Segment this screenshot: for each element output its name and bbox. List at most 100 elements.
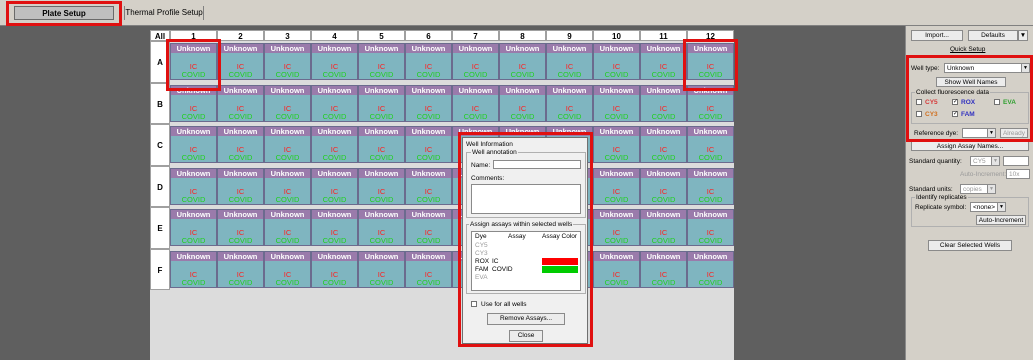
well-b12[interactable]: Unknown IC COVID [687, 84, 734, 122]
comments-textarea[interactable] [471, 184, 581, 214]
well-b3[interactable]: Unknown IC COVID [264, 84, 311, 122]
tab-thermal-profile-setup[interactable]: Thermal Profile Setup [124, 6, 204, 20]
column-header-11[interactable]: 11 [640, 30, 687, 41]
column-header-3[interactable]: 3 [264, 30, 311, 41]
well-c6[interactable]: Unknown IC COVID [405, 126, 452, 163]
well-c3[interactable]: Unknown IC COVID [264, 126, 311, 163]
assay-color-swatch[interactable] [542, 266, 578, 273]
well-f1[interactable]: Unknown IC COVID [170, 250, 217, 288]
well-f6[interactable]: Unknown IC COVID [405, 250, 452, 288]
well-f11[interactable]: Unknown IC COVID [640, 250, 687, 288]
column-header-1[interactable]: 1 [170, 30, 217, 41]
row-header-f[interactable]: F [150, 248, 170, 290]
name-input[interactable] [493, 160, 581, 169]
column-header-4[interactable]: 4 [311, 30, 358, 41]
well-a12[interactable]: Unknown IC COVID [687, 43, 734, 80]
well-c5[interactable]: Unknown IC COVID [358, 126, 405, 163]
column-header-9[interactable]: 9 [546, 30, 593, 41]
row-header-c[interactable]: C [150, 124, 170, 166]
well-f10[interactable]: Unknown IC COVID [593, 250, 640, 288]
well-b9[interactable]: Unknown IC COVID [546, 84, 593, 122]
well-a8[interactable]: Unknown IC COVID [499, 43, 546, 80]
column-header-8[interactable]: 8 [499, 30, 546, 41]
standard-quantity-input[interactable] [1003, 156, 1029, 166]
well-b5[interactable]: Unknown IC COVID [358, 84, 405, 122]
well-f4[interactable]: Unknown IC COVID [311, 250, 358, 288]
checkbox-cy5[interactable] [916, 99, 922, 105]
well-e1[interactable]: Unknown IC COVID [170, 209, 217, 246]
well-d3[interactable]: Unknown IC COVID [264, 167, 311, 205]
defaults-button[interactable]: Defaults [968, 30, 1018, 41]
well-d12[interactable]: Unknown IC COVID [687, 167, 734, 205]
well-b11[interactable]: Unknown IC COVID [640, 84, 687, 122]
well-c2[interactable]: Unknown IC COVID [217, 126, 264, 163]
well-c1[interactable]: Unknown IC COVID [170, 126, 217, 163]
row-header-a[interactable]: A [150, 41, 170, 83]
row-header-b[interactable]: B [150, 82, 170, 124]
column-header-6[interactable]: 6 [405, 30, 452, 41]
well-b10[interactable]: Unknown IC COVID [593, 84, 640, 122]
well-f2[interactable]: Unknown IC COVID [217, 250, 264, 288]
well-c11[interactable]: Unknown IC COVID [640, 126, 687, 163]
well-c4[interactable]: Unknown IC COVID [311, 126, 358, 163]
import-button[interactable]: Import... [911, 30, 963, 41]
column-header-5[interactable]: 5 [358, 30, 405, 41]
select-all-corner[interactable]: All [150, 30, 170, 41]
well-b1[interactable]: Unknown IC COVID [170, 84, 217, 122]
well-e11[interactable]: Unknown IC COVID [640, 209, 687, 246]
column-header-7[interactable]: 7 [452, 30, 499, 41]
auto-increment-button[interactable]: Auto-Increment [976, 215, 1026, 225]
well-b6[interactable]: Unknown IC COVID [405, 84, 452, 122]
already-button[interactable]: Already [1000, 128, 1028, 138]
checkbox-cy3[interactable] [916, 111, 922, 117]
well-e2[interactable]: Unknown IC COVID [217, 209, 264, 246]
well-a10[interactable]: Unknown IC COVID [593, 43, 640, 80]
well-f12[interactable]: Unknown IC COVID [687, 250, 734, 288]
well-a5[interactable]: Unknown IC COVID [358, 43, 405, 80]
well-d11[interactable]: Unknown IC COVID [640, 167, 687, 205]
well-d5[interactable]: Unknown IC COVID [358, 167, 405, 205]
well-b4[interactable]: Unknown IC COVID [311, 84, 358, 122]
well-a4[interactable]: Unknown IC COVID [311, 43, 358, 80]
well-e10[interactable]: Unknown IC COVID [593, 209, 640, 246]
column-header-2[interactable]: 2 [217, 30, 264, 41]
remove-assays-button[interactable]: Remove Assays... [487, 313, 565, 325]
well-c12[interactable]: Unknown IC COVID [687, 126, 734, 163]
close-button[interactable]: Close [509, 330, 543, 342]
column-header-12[interactable]: 12 [687, 30, 734, 41]
reference-dye-select[interactable]: ▼ [962, 128, 996, 138]
well-a11[interactable]: Unknown IC COVID [640, 43, 687, 80]
assign-assay-names-button[interactable]: Assign Assay Names... [911, 141, 1029, 151]
well-b8[interactable]: Unknown IC COVID [499, 84, 546, 122]
row-header-e[interactable]: E [150, 207, 170, 249]
well-b7[interactable]: Unknown IC COVID [452, 84, 499, 122]
replicate-symbol-select[interactable]: <none> ▼ [970, 202, 1006, 212]
well-f5[interactable]: Unknown IC COVID [358, 250, 405, 288]
column-header-10[interactable]: 10 [593, 30, 640, 41]
well-d4[interactable]: Unknown IC COVID [311, 167, 358, 205]
well-d2[interactable]: Unknown IC COVID [217, 167, 264, 205]
defaults-dropdown-arrow[interactable]: ▼ [1018, 30, 1028, 41]
well-c10[interactable]: Unknown IC COVID [593, 126, 640, 163]
well-d6[interactable]: Unknown IC COVID [405, 167, 452, 205]
well-e12[interactable]: Unknown IC COVID [687, 209, 734, 246]
well-e3[interactable]: Unknown IC COVID [264, 209, 311, 246]
show-well-names-button[interactable]: Show Well Names [936, 77, 1006, 87]
row-header-d[interactable]: D [150, 165, 170, 207]
well-a3[interactable]: Unknown IC COVID [264, 43, 311, 80]
auto-increment-select[interactable]: 10x [1006, 169, 1030, 179]
well-d1[interactable]: Unknown IC COVID [170, 167, 217, 205]
well-e5[interactable]: Unknown IC COVID [358, 209, 405, 246]
well-a1[interactable]: Unknown IC COVID [170, 43, 217, 80]
well-e4[interactable]: Unknown IC COVID [311, 209, 358, 246]
well-type-select[interactable]: Unknown ▼ [944, 63, 1030, 73]
well-a2[interactable]: Unknown IC COVID [217, 43, 264, 80]
well-a7[interactable]: Unknown IC COVID [452, 43, 499, 80]
checkbox-rox[interactable]: ✓ [952, 99, 958, 105]
well-f3[interactable]: Unknown IC COVID [264, 250, 311, 288]
tab-plate-setup[interactable]: Plate Setup [14, 6, 114, 20]
checkbox-fam[interactable]: ✓ [952, 111, 958, 117]
well-b2[interactable]: Unknown IC COVID [217, 84, 264, 122]
clear-selected-wells-button[interactable]: Clear Selected Wells [928, 240, 1012, 251]
well-a9[interactable]: Unknown IC COVID [546, 43, 593, 80]
